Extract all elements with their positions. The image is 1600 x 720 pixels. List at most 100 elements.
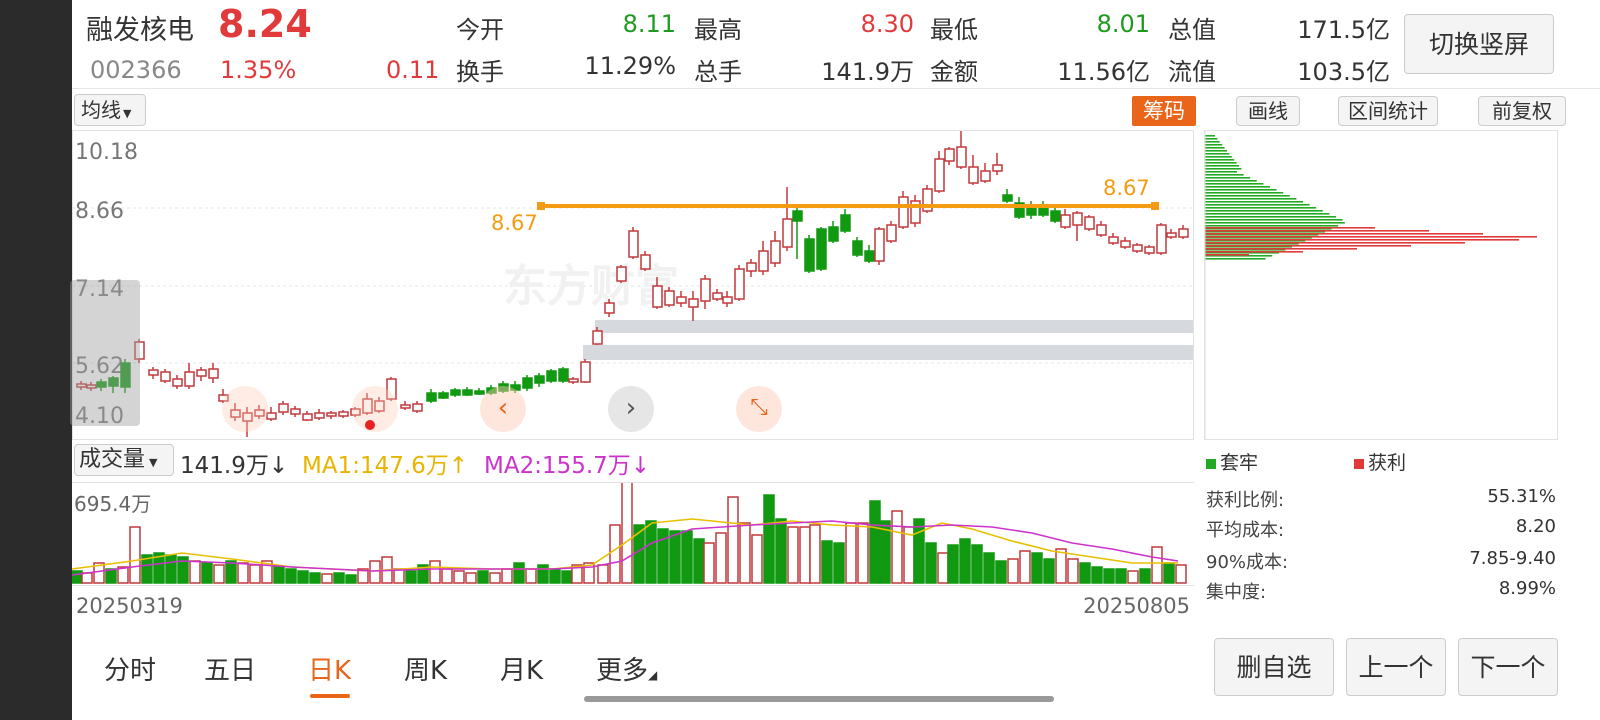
candle-body [770,240,781,264]
volume-bar [225,560,237,584]
candle-body [302,413,313,421]
next-stock-button[interactable]: 下一个 [1458,638,1558,696]
volume-bar [273,566,285,584]
candle-body [640,254,651,270]
home-indicator[interactable] [584,696,1054,702]
corner-caret-icon: ◢ [648,668,658,682]
volume-bar [81,572,93,584]
pan-start-button[interactable] [222,386,268,432]
change-percent: 1.35% [220,56,297,84]
pan-left-button[interactable]: ‹ [480,386,526,432]
volume-bar [751,534,763,584]
chip-bar-locked [1205,201,1303,203]
volume-bar [1127,570,1139,584]
volume-indicator-label: 成交量 [79,447,146,472]
volume-bar [189,560,201,584]
candle-body [184,371,195,387]
candle-body [450,389,461,396]
remove-watchlist-button[interactable]: 删自选 [1214,638,1334,696]
volume-bar [775,518,787,584]
stat-label: 最低 [930,16,978,44]
volume-bar [937,552,949,584]
candle-body [758,250,769,272]
draw-line-button[interactable]: 画线 [1236,96,1300,126]
pan-right-button[interactable]: › [608,386,654,432]
scroll-left-button[interactable] [70,280,140,426]
y-tick-label: 8.66 [75,199,124,224]
volume-bar [297,570,309,584]
previous-stock-button[interactable]: 上一个 [1346,638,1446,696]
ma-dropdown[interactable]: 均线 ▼ [74,94,146,126]
zoom-shrink-button[interactable]: ⤡ [736,386,782,432]
chip-bar-profit [1205,239,1519,241]
switch-portrait-button[interactable]: 切换竖屏 [1404,14,1554,74]
volume-bar [453,570,465,584]
candle-body [700,278,711,302]
chip-stat-label: 获利比例: [1206,490,1285,511]
chip-bar-locked [1205,141,1220,143]
candle-body [1096,224,1107,236]
candle-body [522,377,533,389]
tab-monthly-k[interactable]: 月K [500,650,543,687]
chips-button[interactable]: 筹码 [1132,96,1196,126]
stock-code: 002366 [90,56,182,84]
volume-bar [201,562,213,584]
volume-bar [549,568,561,584]
chip-bar-profit [1205,233,1483,235]
chip-bar-profit [1205,230,1429,232]
volume-bar [249,564,261,584]
chip-stat-value: 8.99% [1498,578,1556,599]
chip-bar-locked [1205,258,1266,260]
chip-bar-locked [1205,198,1297,200]
price-level-endpoint [1151,202,1159,210]
caret-down-icon: ▼ [123,107,132,120]
legend-locked: 套牢 [1206,448,1258,475]
candle-body [828,226,839,242]
candle-body [326,412,337,417]
chip-bar-locked [1205,183,1264,185]
legend-profit: 获利 [1354,448,1406,475]
cursor-marker-button[interactable] [352,386,398,432]
volume-bar [309,572,321,584]
volume-bar [1019,550,1031,584]
volume-chart[interactable] [72,482,1194,586]
volume-bar [869,500,881,584]
candle-body [980,170,991,182]
volume-bar [393,568,405,584]
tab-five-day[interactable]: 五日 [204,650,256,687]
volume-bar [693,538,705,584]
chip-bar-locked [1205,165,1239,167]
candle-body [840,214,851,232]
candle-body [1108,236,1119,244]
volume-bar [787,526,799,584]
candle-body [676,296,687,304]
tab-more[interactable]: 更多◢ [596,650,657,687]
chip-bar-profit [1205,227,1375,229]
legend-profit-swatch [1354,459,1364,469]
adjust-button[interactable]: 前复权 [1478,96,1566,126]
candle-body [616,266,627,282]
volume-bar [1091,566,1103,584]
candle-body [266,412,277,420]
volume-bar [489,572,501,584]
chip-bar-locked [1205,180,1257,182]
chip-bar-locked [1205,156,1232,158]
candle-body [1038,206,1049,216]
chip-stat-value: 8.20 [1515,516,1556,537]
price-level-endpoint [537,202,545,210]
tab-weekly-k[interactable]: 周K [404,650,447,687]
candle-body [1002,194,1013,202]
candle-body [898,196,909,228]
range-stats-button[interactable]: 区间统计 [1338,96,1438,126]
tab-timeshare[interactable]: 分时 [104,650,156,687]
price-level-label-left: 8.67 [491,211,538,235]
stat-value: 103.5亿 [1297,58,1390,86]
chip-bar-locked [1205,147,1225,149]
volume-indicator-dropdown[interactable]: 成交量 ▼ [74,444,174,476]
shrink-icon: ⤡ [750,395,768,420]
stat-label: 金额 [930,58,978,86]
volume-bar [959,538,971,584]
candle-body [426,392,437,402]
candle-body [652,285,663,308]
tab-daily-k[interactable]: 日K [308,650,351,687]
